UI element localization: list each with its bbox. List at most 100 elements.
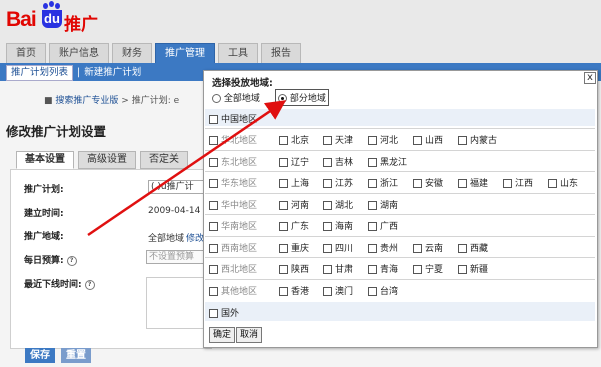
tab-account-info[interactable]: 账户信息 bbox=[49, 43, 109, 63]
checkbox-province[interactable]: 香港 bbox=[279, 284, 309, 297]
logo-tag: 推广 bbox=[64, 15, 98, 34]
radio-selected-icon[interactable] bbox=[278, 94, 287, 103]
checkbox-province[interactable]: 天津 bbox=[323, 133, 353, 146]
checkbox-province[interactable]: 安徽 bbox=[413, 176, 443, 189]
checkbox-province[interactable]: 西藏 bbox=[458, 241, 488, 254]
abroad-row bbox=[205, 302, 595, 321]
logo-word: Bai bbox=[6, 8, 37, 31]
region-value: 全部地域 bbox=[148, 234, 185, 244]
checkbox-province[interactable]: 海南 bbox=[323, 219, 353, 232]
checkbox-region[interactable]: 华南地区 bbox=[209, 219, 257, 232]
tab-finance[interactable]: 财务 bbox=[112, 43, 152, 63]
checkbox-province[interactable]: 云南 bbox=[413, 241, 443, 254]
created-label: 建立时间: bbox=[24, 209, 64, 219]
tab-reports[interactable]: 报告 bbox=[261, 43, 301, 63]
checkbox-province[interactable]: 浙江 bbox=[368, 176, 398, 189]
checkbox-region[interactable]: 东北地区 bbox=[209, 155, 257, 168]
reset-button[interactable]: 重置 bbox=[61, 348, 91, 363]
checkbox-region[interactable]: 西南地区 bbox=[209, 241, 257, 254]
plan-name-field[interactable]: ( )u推广计 bbox=[148, 180, 206, 194]
settings-tabs: 基本设置 高级设置 否定关 bbox=[16, 151, 188, 169]
tab-basic-settings[interactable]: 基本设置 bbox=[16, 151, 74, 169]
checkbox-province[interactable]: 江苏 bbox=[323, 176, 353, 189]
checkbox-province[interactable]: 四川 bbox=[323, 241, 353, 254]
sub-nav: 推广计划列表 | 新建推广计划 bbox=[6, 65, 141, 81]
checkbox-province[interactable]: 重庆 bbox=[279, 241, 309, 254]
checkbox-region[interactable]: 华东地区 bbox=[209, 176, 257, 189]
tab-tools[interactable]: 工具 bbox=[218, 43, 258, 63]
row-divider bbox=[205, 257, 595, 258]
checkbox-province[interactable]: 山西 bbox=[413, 133, 443, 146]
checkbox-province[interactable]: 贵州 bbox=[368, 241, 398, 254]
checkbox-province[interactable]: 北京 bbox=[279, 133, 309, 146]
subnav-new-plan[interactable]: 新建推广计划 bbox=[84, 65, 141, 81]
checkbox-region[interactable]: 其他地区 bbox=[209, 284, 257, 297]
cancel-button[interactable]: 取消 bbox=[236, 327, 263, 343]
subnav-separator: | bbox=[77, 67, 81, 78]
subnav-plan-list[interactable]: 推广计划列表 bbox=[6, 65, 74, 81]
checkbox-region[interactable]: 华北地区 bbox=[209, 133, 257, 146]
dialog-title: 选择投放地域: bbox=[212, 78, 273, 89]
option-all-regions[interactable]: 全部地域 bbox=[212, 91, 260, 104]
checkbox-province[interactable]: 广西 bbox=[368, 219, 398, 232]
checkbox-province[interactable]: 内蒙古 bbox=[458, 133, 497, 146]
checkbox-province[interactable]: 江西 bbox=[503, 176, 533, 189]
logo-du: du bbox=[42, 10, 62, 28]
checkbox-province[interactable]: 河北 bbox=[368, 133, 398, 146]
checkbox-region[interactable]: 西北地区 bbox=[209, 262, 257, 275]
checkbox-province[interactable]: 河南 bbox=[279, 198, 309, 211]
row-divider bbox=[205, 193, 595, 194]
checkbox-province[interactable]: 湖北 bbox=[323, 198, 353, 211]
offline-time-label: 最近下线时间:? bbox=[24, 277, 95, 290]
row-divider bbox=[205, 214, 595, 215]
row-divider bbox=[205, 128, 595, 129]
checkbox-region[interactable]: 华中地区 bbox=[209, 198, 257, 211]
checkbox-province[interactable]: 广东 bbox=[279, 219, 309, 232]
daily-budget-input[interactable]: 不设置预算 bbox=[146, 250, 208, 264]
radio-icon[interactable] bbox=[212, 94, 221, 103]
breadcrumb-separator: > bbox=[121, 96, 129, 106]
ok-button[interactable]: 确定 bbox=[209, 327, 236, 343]
tab-home[interactable]: 首页 bbox=[6, 43, 46, 63]
main-nav: 首页 账户信息 财务 推广管理 工具 报告 bbox=[6, 43, 301, 63]
checkbox-province[interactable]: 新疆 bbox=[458, 262, 488, 275]
china-row bbox=[205, 109, 595, 126]
checkbox-province[interactable]: 黑龙江 bbox=[368, 155, 407, 168]
region-edit-link[interactable]: 修改 bbox=[186, 231, 204, 244]
tab-advanced-settings[interactable]: 高级设置 bbox=[78, 151, 136, 169]
breadcrumb: ■ 搜索推广专业版 > 推广计划: e bbox=[44, 93, 179, 106]
checkbox-province[interactable]: 上海 bbox=[279, 176, 309, 189]
checkbox-province[interactable]: 吉林 bbox=[323, 155, 353, 168]
help-icon[interactable]: ? bbox=[84, 279, 95, 290]
checkbox-province[interactable]: 甘肃 bbox=[323, 262, 353, 275]
row-divider bbox=[205, 150, 595, 151]
breadcrumb-link[interactable]: 搜索推广专业版 bbox=[55, 96, 118, 106]
checkbox-province[interactable]: 宁夏 bbox=[413, 262, 443, 275]
offline-time-box[interactable] bbox=[146, 277, 206, 329]
region-label: 推广地域: bbox=[24, 232, 64, 242]
plan-name-label: 推广计划: bbox=[24, 185, 64, 195]
checkbox-province[interactable]: 青海 bbox=[368, 262, 398, 275]
close-icon[interactable]: x bbox=[584, 72, 596, 84]
created-value: 2009-04-14 bbox=[148, 206, 201, 216]
checkbox-province[interactable]: 山东 bbox=[548, 176, 578, 189]
baidu-logo: Bai du 推广 bbox=[4, 1, 114, 40]
row-divider bbox=[205, 171, 595, 172]
checkbox-province[interactable]: 辽宁 bbox=[279, 155, 309, 168]
help-icon[interactable]: ? bbox=[66, 255, 77, 266]
checkbox-province[interactable]: 陕西 bbox=[279, 262, 309, 275]
save-button[interactable]: 保存 bbox=[25, 348, 55, 363]
checkbox-province[interactable]: 福建 bbox=[458, 176, 488, 189]
checkbox-china[interactable]: 中国地区 bbox=[209, 112, 257, 125]
checkbox-abroad[interactable]: 国外 bbox=[209, 306, 239, 319]
checkbox-province[interactable]: 澳门 bbox=[323, 284, 353, 297]
breadcrumb-current: 推广计划: e bbox=[131, 96, 180, 106]
tab-promotion-management[interactable]: 推广管理 bbox=[155, 43, 215, 63]
checkbox-province[interactable]: 湖南 bbox=[368, 198, 398, 211]
tab-negative-keywords[interactable]: 否定关 bbox=[140, 151, 188, 169]
breadcrumb-bullet-icon: ■ bbox=[44, 96, 56, 106]
row-divider bbox=[205, 279, 595, 280]
page-title: 修改推广计划设置 bbox=[6, 124, 107, 139]
checkbox-province[interactable]: 台湾 bbox=[368, 284, 398, 297]
option-partial-regions[interactable]: 部分地域 bbox=[275, 89, 329, 106]
